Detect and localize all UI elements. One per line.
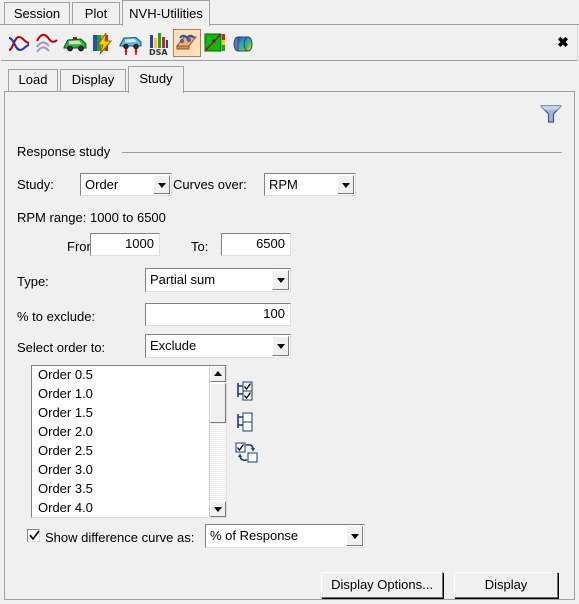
tab-nvh-utilities-label: NVH-Utilities <box>129 6 203 21</box>
select-order-select-value: Exclude <box>150 338 197 353</box>
curves-over-label: Curves over: <box>173 177 247 192</box>
list-item[interactable]: Order 3.5 <box>32 480 210 499</box>
order-list[interactable]: Order 0.5 Order 1.0 Order 1.5 Order 2.0 … <box>31 365 227 518</box>
list-item[interactable]: Order 1.5 <box>32 404 210 423</box>
order-list-scrollbar[interactable] <box>209 366 226 517</box>
to-label: To: <box>191 239 209 254</box>
list-item[interactable]: Order 0.5 <box>32 366 210 385</box>
scroll-up-icon[interactable] <box>210 366 226 382</box>
invert-selection-icon[interactable] <box>235 442 259 467</box>
curves-over-select-value: RPM <box>269 177 298 192</box>
show-difference-label: Show difference curve as: <box>45 530 195 545</box>
chevron-down-icon[interactable] <box>272 270 289 290</box>
toolbar-right-edge <box>577 25 578 61</box>
tab-display-label: Display <box>71 72 115 87</box>
nvh-utilities-icon[interactable] <box>173 29 201 57</box>
percent-exclude-input[interactable]: 100 <box>145 303 291 326</box>
select-order-select[interactable]: Exclude <box>145 334 291 358</box>
tab-load-label: Load <box>18 72 48 87</box>
curves-over-select[interactable]: RPM <box>264 173 356 196</box>
xy-plot-icon[interactable] <box>201 29 229 57</box>
main-tab-bar: Session Plot NVH-Utilities <box>0 0 579 26</box>
difference-unit-select[interactable]: % of Response <box>205 524 365 548</box>
sub-tab-bar: Load Display Study <box>4 66 575 93</box>
display-button[interactable]: Display <box>454 572 558 598</box>
show-difference-checkbox[interactable] <box>27 529 40 542</box>
study-panel-body: Response study Study: Order Curves over:… <box>4 91 575 600</box>
chevron-down-icon[interactable] <box>337 175 354 194</box>
display-options-button[interactable]: Display Options... <box>321 572 443 598</box>
study-select-value: Order <box>85 177 119 192</box>
study-label: Study: <box>17 177 54 192</box>
group-divider <box>122 152 562 153</box>
tab-study-label: Study <box>139 71 173 86</box>
tab-session[interactable]: Session <box>4 2 70 25</box>
tab-nvh-utilities[interactable]: NVH-Utilities <box>122 0 210 26</box>
icon-toolbar: DSA ✖ <box>1 25 578 61</box>
close-icon[interactable]: ✖ <box>556 35 570 49</box>
response-study-group: Response study <box>17 144 562 159</box>
order-list-items: Order 0.5 Order 1.0 Order 1.5 Order 2.0 … <box>32 366 210 517</box>
select-all-icon[interactable] <box>235 380 257 405</box>
rpm-range-text: RPM range: 1000 to 6500 <box>17 210 166 225</box>
cylinder-map-icon[interactable] <box>229 29 257 57</box>
funnel-icon[interactable] <box>537 100 565 126</box>
svg-text:DSA: DSA <box>149 48 168 57</box>
tab-session-label: Session <box>13 6 61 21</box>
chevron-down-icon[interactable] <box>272 336 289 356</box>
scrollbar-thumb[interactable] <box>210 383 226 423</box>
waveform-stack-icon[interactable] <box>33 29 61 57</box>
difference-unit-value: % of Response <box>210 528 299 543</box>
response-study-group-label: Response study <box>17 144 117 159</box>
tab-plot-label: Plot <box>84 6 108 21</box>
scroll-down-icon[interactable] <box>210 501 226 517</box>
study-select[interactable]: Order <box>80 173 172 196</box>
study-panel: Load Display Study Response study Study:… <box>4 66 575 600</box>
deselect-all-icon[interactable] <box>235 411 257 436</box>
color-bolt-icon[interactable] <box>89 29 117 57</box>
type-select-value: Partial sum <box>150 272 216 287</box>
dsa-bars-icon[interactable]: DSA <box>145 29 173 57</box>
select-order-label: Select order to: <box>17 340 106 355</box>
nvh-utilities-window: Session Plot NVH-Utilities DSA ✖ Load Di… <box>0 0 579 604</box>
list-item[interactable]: Order 4.0 <box>32 499 210 517</box>
from-input[interactable]: 1000 <box>90 233 160 256</box>
tab-plot[interactable]: Plot <box>72 2 120 25</box>
list-item[interactable]: Order 1.0 <box>32 385 210 404</box>
blue-car-loads-icon[interactable] <box>117 29 145 57</box>
tab-display[interactable]: Display <box>60 69 126 92</box>
tab-load[interactable]: Load <box>8 69 58 92</box>
list-item[interactable]: Order 2.5 <box>32 442 210 461</box>
green-car-icon[interactable] <box>61 29 89 57</box>
type-select[interactable]: Partial sum <box>145 268 291 292</box>
chevron-down-icon[interactable] <box>346 526 363 546</box>
curve-overlay-icon[interactable] <box>5 29 33 57</box>
list-item[interactable]: Order 3.0 <box>32 461 210 480</box>
tab-study[interactable]: Study <box>128 66 184 93</box>
type-label: Type: <box>17 274 49 289</box>
percent-exclude-label: % to exclude: <box>17 309 96 324</box>
chevron-down-icon[interactable] <box>153 175 170 194</box>
to-input[interactable]: 6500 <box>221 233 291 256</box>
list-item[interactable]: Order 2.0 <box>32 423 210 442</box>
